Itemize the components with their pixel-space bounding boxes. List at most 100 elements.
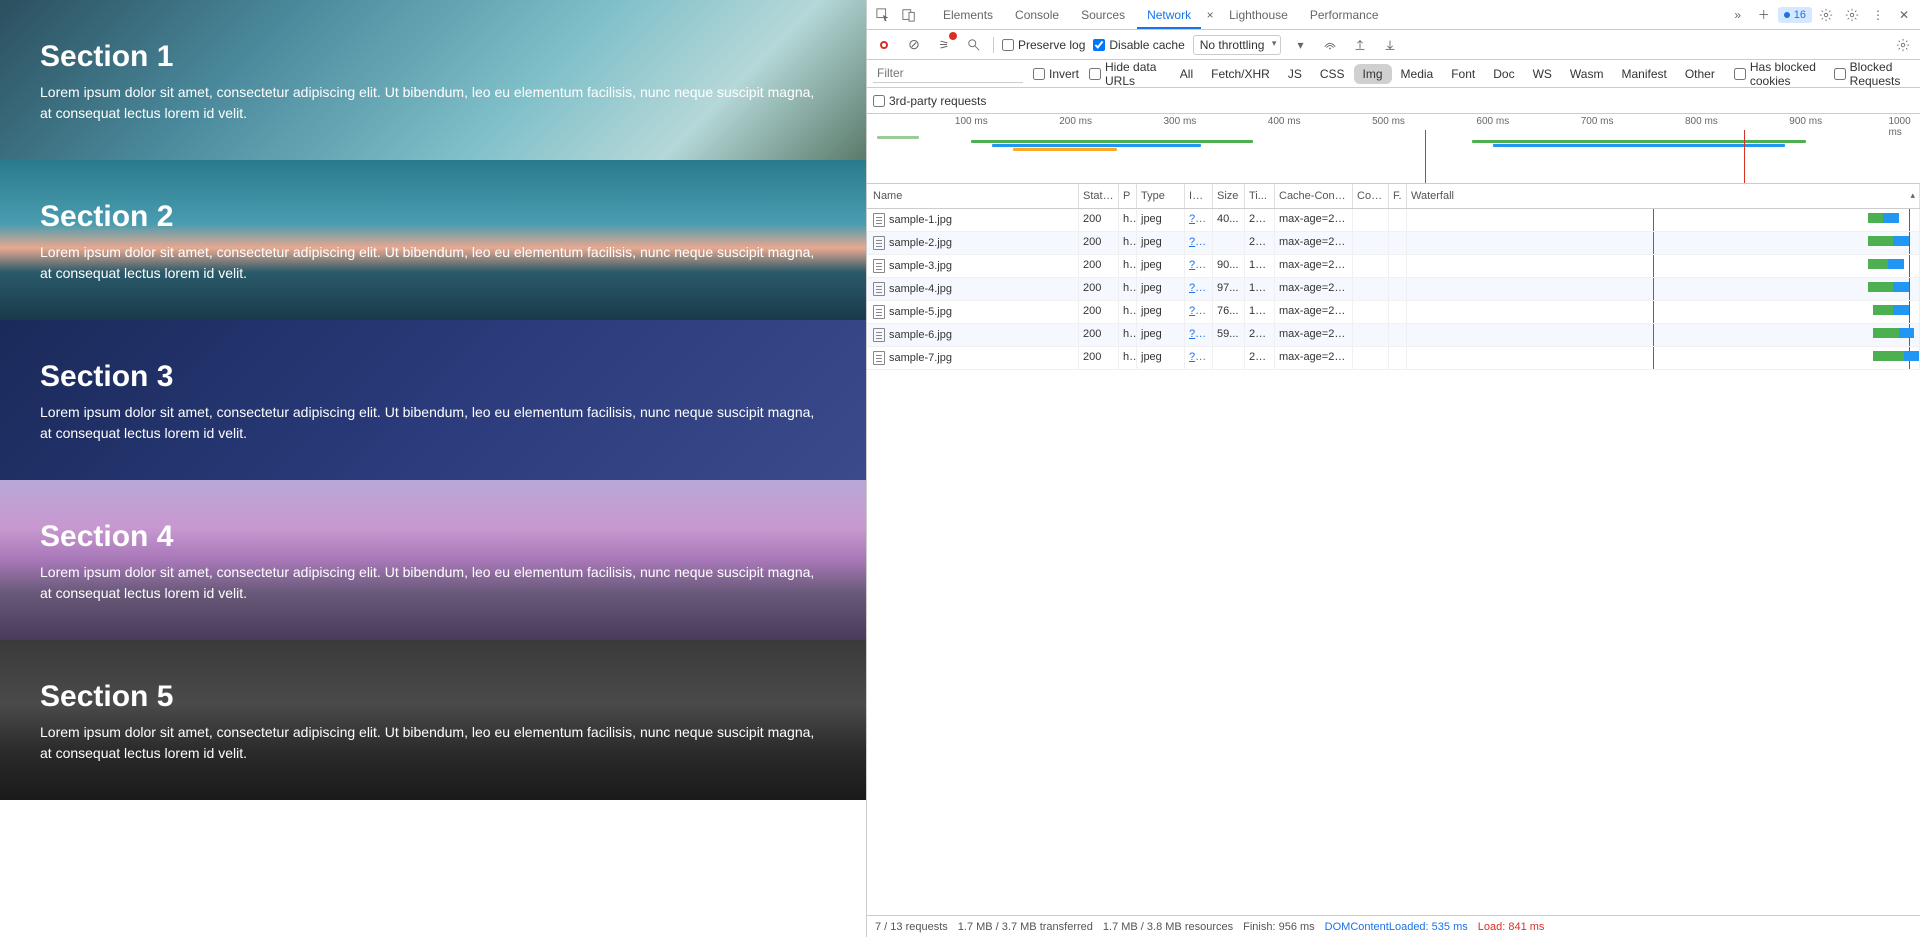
- col-content[interactable]: Cont...: [1353, 184, 1389, 208]
- cell-initiator[interactable]: ?1...: [1185, 324, 1213, 346]
- cell-frame: [1389, 347, 1407, 369]
- type-filter-manifest[interactable]: Manifest: [1612, 64, 1675, 84]
- issues-badge[interactable]: 16: [1778, 7, 1812, 23]
- network-filter-bar-2: 3rd-party requests: [867, 88, 1920, 114]
- col-protocol[interactable]: P: [1119, 184, 1137, 208]
- third-party-checkbox[interactable]: 3rd-party requests: [873, 94, 986, 108]
- table-row[interactable]: sample-5.jpg200h..jpeg?1...76...19...max…: [867, 301, 1920, 324]
- export-har-icon[interactable]: [1379, 34, 1401, 56]
- type-filter-media[interactable]: Media: [1392, 64, 1443, 84]
- close-tab-icon[interactable]: ×: [1203, 8, 1217, 22]
- table-row[interactable]: sample-4.jpg200h..jpeg?1...97...16...max…: [867, 278, 1920, 301]
- cell-initiator[interactable]: ?1...: [1185, 347, 1213, 369]
- hide-data-urls-checkbox[interactable]: Hide data URLs: [1089, 60, 1161, 88]
- col-size[interactable]: Size: [1213, 184, 1245, 208]
- type-filter-other[interactable]: Other: [1676, 64, 1724, 84]
- cell-protocol: h..: [1119, 347, 1137, 369]
- tab-sources[interactable]: Sources: [1071, 1, 1135, 29]
- cell-initiator[interactable]: ?1...: [1185, 255, 1213, 277]
- type-filter-js[interactable]: JS: [1279, 64, 1311, 84]
- filter-toggle-icon[interactable]: [933, 34, 955, 56]
- type-filter-fetch[interactable]: Fetch/XHR: [1202, 64, 1279, 84]
- cell-size: [1213, 347, 1245, 369]
- table-row[interactable]: sample-1.jpg200h..jpeg?1...40...24...max…: [867, 209, 1920, 232]
- col-cache[interactable]: Cache-Control: [1275, 184, 1353, 208]
- cell-status: 200: [1079, 301, 1119, 323]
- col-time[interactable]: Ti...: [1245, 184, 1275, 208]
- cell-type: jpeg: [1137, 347, 1185, 369]
- cell-time: 24...: [1245, 209, 1275, 231]
- add-tab-icon[interactable]: ＋: [1752, 3, 1776, 27]
- invert-checkbox[interactable]: Invert: [1033, 67, 1079, 81]
- cell-protocol: h..: [1119, 324, 1137, 346]
- page-section-5: Section 5 Lorem ipsum dolor sit amet, co…: [0, 640, 866, 800]
- clear-icon[interactable]: [903, 34, 925, 56]
- network-conditions-icon[interactable]: [1319, 34, 1341, 56]
- kebab-menu-icon[interactable]: ⋮: [1866, 3, 1890, 27]
- more-network-conditions-icon[interactable]: ▾: [1289, 34, 1311, 56]
- settings-gear-icon[interactable]: [1814, 3, 1838, 27]
- type-filter-wasm[interactable]: Wasm: [1561, 64, 1613, 84]
- more-tabs-icon[interactable]: »: [1726, 3, 1750, 27]
- table-row[interactable]: sample-3.jpg200h..jpeg?1...90...16...max…: [867, 255, 1920, 278]
- cell-waterfall: [1407, 232, 1920, 254]
- record-icon[interactable]: [873, 34, 895, 56]
- section-body: Lorem ipsum dolor sit amet, consectetur …: [40, 402, 820, 444]
- throttling-select[interactable]: No throttling: [1193, 35, 1282, 55]
- disable-cache-checkbox[interactable]: Disable cache: [1093, 38, 1184, 52]
- tab-elements[interactable]: Elements: [933, 1, 1003, 29]
- col-initiator[interactable]: Ini...: [1185, 184, 1213, 208]
- status-dcl: DOMContentLoaded: 535 ms: [1325, 921, 1468, 933]
- type-filter-ws[interactable]: WS: [1524, 64, 1561, 84]
- file-icon: [873, 236, 885, 250]
- blocked-cookies-checkbox[interactable]: Has blocked cookies: [1734, 60, 1824, 88]
- cell-initiator[interactable]: ?1...: [1185, 278, 1213, 300]
- cell-waterfall: [1407, 278, 1920, 300]
- cell-content: [1353, 209, 1389, 231]
- preserve-log-checkbox[interactable]: Preserve log: [1002, 38, 1085, 52]
- col-status[interactable]: Status: [1079, 184, 1119, 208]
- network-settings-icon[interactable]: [1892, 34, 1914, 56]
- inspect-element-icon[interactable]: [871, 3, 895, 27]
- cell-initiator[interactable]: ?1...: [1185, 209, 1213, 231]
- section-body: Lorem ipsum dolor sit amet, consectetur …: [40, 242, 820, 284]
- cell-initiator[interactable]: ?1...: [1185, 232, 1213, 254]
- import-har-icon[interactable]: [1349, 34, 1371, 56]
- cell-cache: max-age=25...: [1275, 324, 1353, 346]
- page-section-2: Section 2 Lorem ipsum dolor sit amet, co…: [0, 160, 866, 320]
- table-row[interactable]: sample-2.jpg200h..jpeg?1...24...max-age=…: [867, 232, 1920, 255]
- cell-size: 97...: [1213, 278, 1245, 300]
- device-toolbar-icon[interactable]: [897, 3, 921, 27]
- col-waterfall[interactable]: Waterfall: [1407, 184, 1920, 208]
- cell-waterfall: [1407, 301, 1920, 323]
- col-name[interactable]: Name: [867, 184, 1079, 208]
- type-filter-font[interactable]: Font: [1442, 64, 1484, 84]
- col-frame[interactable]: F.: [1389, 184, 1407, 208]
- tab-network[interactable]: Network: [1137, 1, 1201, 29]
- close-devtools-icon[interactable]: ✕: [1892, 3, 1916, 27]
- tab-performance[interactable]: Performance: [1300, 1, 1389, 29]
- cell-content: [1353, 301, 1389, 323]
- settings-gear-icon-2[interactable]: [1840, 3, 1864, 27]
- tab-lighthouse[interactable]: Lighthouse: [1219, 1, 1298, 29]
- section-body: Lorem ipsum dolor sit amet, consectetur …: [40, 82, 820, 124]
- type-filter-img[interactable]: Img: [1354, 64, 1392, 84]
- table-row[interactable]: sample-7.jpg200h..jpeg?1...21...max-age=…: [867, 347, 1920, 370]
- tab-console[interactable]: Console: [1005, 1, 1069, 29]
- network-timeline-overview[interactable]: 100 ms 200 ms 300 ms 400 ms 500 ms 600 m…: [867, 114, 1920, 184]
- cell-status: 200: [1079, 209, 1119, 231]
- page-preview[interactable]: Section 1 Lorem ipsum dolor sit amet, co…: [0, 0, 866, 937]
- table-row[interactable]: sample-6.jpg200h..jpeg?1...59...28...max…: [867, 324, 1920, 347]
- filter-input[interactable]: [873, 64, 1023, 83]
- col-type[interactable]: Type: [1137, 184, 1185, 208]
- search-icon[interactable]: [963, 34, 985, 56]
- cell-size: 90...: [1213, 255, 1245, 277]
- blocked-requests-checkbox[interactable]: Blocked Requests: [1834, 60, 1914, 88]
- table-header-row: Name Status P Type Ini... Size Ti... Cac…: [867, 184, 1920, 209]
- dcl-marker: [1425, 130, 1426, 183]
- network-toolbar: Preserve log Disable cache No throttling…: [867, 30, 1920, 60]
- type-filter-doc[interactable]: Doc: [1484, 64, 1523, 84]
- type-filter-css[interactable]: CSS: [1311, 64, 1354, 84]
- type-filter-all[interactable]: All: [1171, 64, 1202, 84]
- cell-initiator[interactable]: ?1...: [1185, 301, 1213, 323]
